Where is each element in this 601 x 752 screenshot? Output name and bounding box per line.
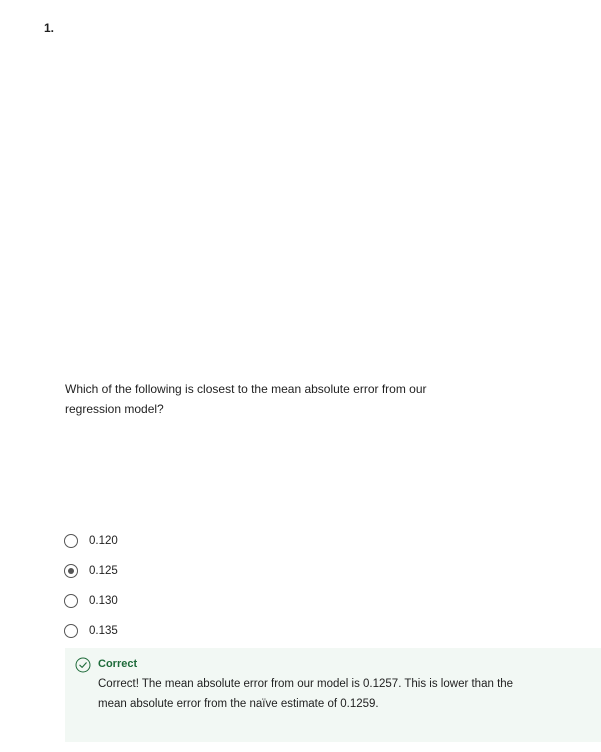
feedback-message: Correct! The mean absolute error from ou… — [98, 678, 514, 710]
option-label: 0.135 — [89, 625, 118, 637]
option-label: 0.130 — [89, 595, 118, 607]
option-0125[interactable]: 0.125 — [63, 556, 118, 586]
option-0130[interactable]: 0.130 — [63, 586, 118, 616]
option-label: 0.125 — [89, 565, 118, 577]
feedback-status: Correct — [98, 658, 138, 670]
answer-options: 0.120 0.125 0.130 0.135 — [63, 526, 118, 646]
question-text: Which of the following is closest to the… — [65, 382, 427, 416]
radio-button-selected[interactable] — [64, 564, 78, 578]
check-circle-icon — [75, 657, 91, 673]
option-label: 0.120 — [89, 535, 118, 547]
question-number: 1. — [44, 21, 55, 35]
radio-button[interactable] — [64, 534, 78, 548]
option-0120[interactable]: 0.120 — [63, 526, 118, 556]
radio-button[interactable] — [64, 624, 78, 638]
option-0135[interactable]: 0.135 — [63, 616, 118, 646]
feedback-box: Correct Correct! The mean absolute error… — [65, 648, 601, 742]
radio-button[interactable] — [64, 594, 78, 608]
